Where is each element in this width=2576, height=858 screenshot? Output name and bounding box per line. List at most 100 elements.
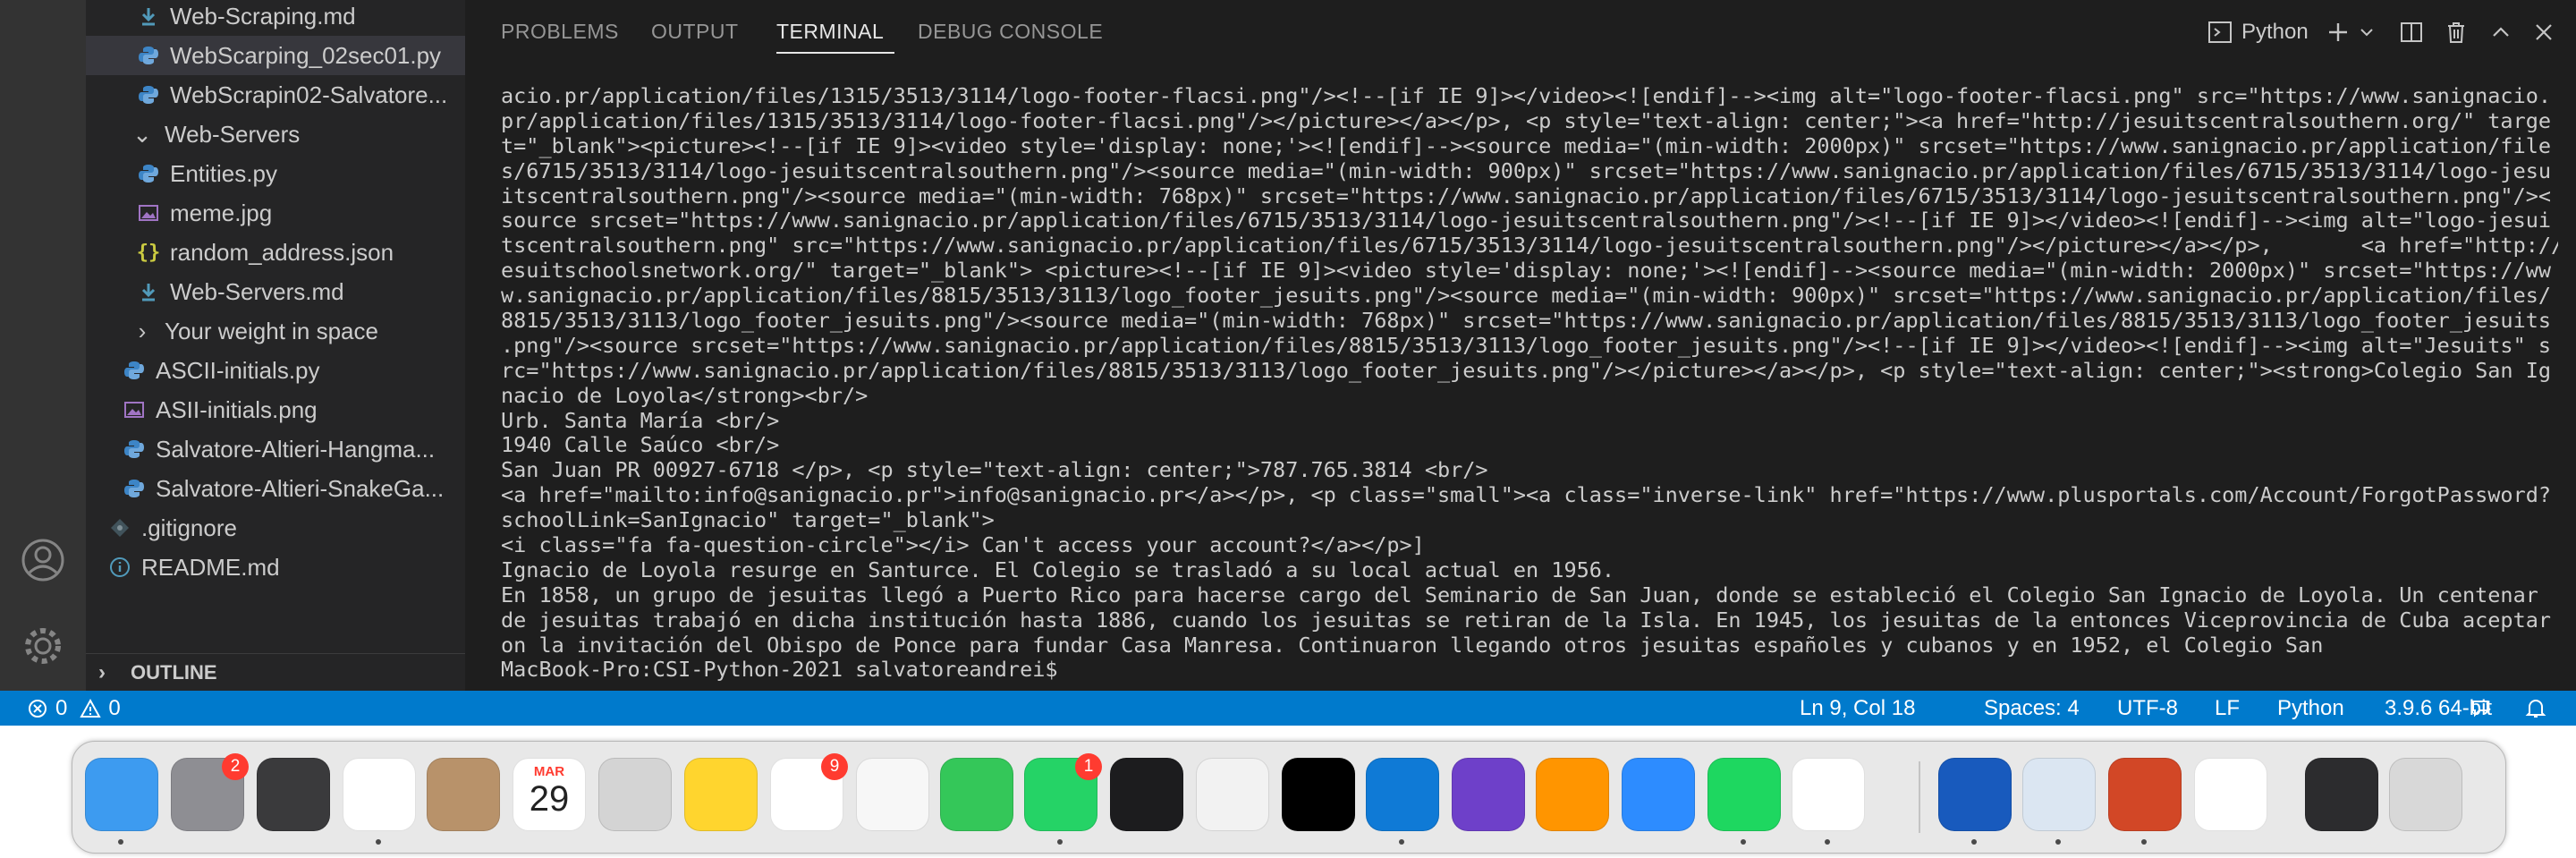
language-mode[interactable]: Python — [2277, 691, 2344, 726]
file-item[interactable]: meme.jpg — [86, 193, 465, 233]
file-item[interactable]: .gitignore — [86, 508, 465, 548]
terminal-line: itscentralsouthern.png"/><source media="… — [501, 183, 2552, 208]
terminal-line: pr/application/files/1315/3513/3114/logo… — [501, 107, 2552, 133]
messages-icon[interactable] — [940, 758, 1013, 831]
file-item[interactable]: Web-Servers.md — [86, 272, 465, 311]
calculator-icon[interactable] — [598, 758, 672, 831]
notes-icon[interactable] — [684, 758, 758, 831]
chevron-right-icon: › — [138, 317, 147, 344]
tab-output[interactable]: OUTPUT — [651, 20, 739, 44]
tiktok-icon[interactable] — [1282, 758, 1355, 831]
terminal-line: on la invitación del Obispo de Ponce par… — [501, 632, 2324, 658]
terminal-line: acio.pr/application/files/1315/3513/3114… — [501, 84, 2552, 108]
error-icon — [29, 699, 47, 718]
terminal-profile-label: Python — [2241, 20, 2309, 44]
preview-icon[interactable] — [343, 758, 416, 831]
tab-problems[interactable]: PROBLEMS — [501, 20, 619, 44]
notifications-button[interactable] — [2524, 691, 2547, 726]
terminal-profile-button[interactable]: Python — [2207, 16, 2309, 48]
tab-terminal[interactable]: TERMINAL — [776, 20, 884, 44]
explorer-sidebar: Web-Scraping.md WebScarping_02sec01.py Web… — [86, 0, 465, 691]
python-file-icon — [122, 476, 147, 501]
file-item[interactable]: Salvatore-Altieri-Hangma... — [86, 429, 465, 469]
word-icon[interactable] — [1938, 758, 2012, 831]
chevron-right-icon: › — [98, 660, 106, 684]
system-preferences-icon[interactable]: 2 — [171, 753, 249, 831]
file-item[interactable]: Web-Scraping.md — [86, 0, 465, 36]
feedback-button[interactable] — [2470, 691, 2494, 726]
preview-photo-icon[interactable] — [2022, 758, 2096, 831]
garageband-icon[interactable] — [257, 758, 330, 831]
file-label: ASCII-initials.py — [156, 356, 320, 384]
contacts-icon[interactable] — [427, 758, 500, 831]
file-item[interactable]: WebScarping_02sec01.py — [86, 36, 465, 75]
running-indicator — [1741, 839, 1746, 845]
kill-terminal-button[interactable] — [2444, 16, 2469, 48]
problems-status[interactable]: 0 0 — [27, 691, 121, 726]
account-icon[interactable] — [20, 537, 66, 583]
terminal-line: de jesuitas trabajó en dicha institución… — [501, 607, 2552, 633]
photos-icon[interactable] — [856, 758, 929, 831]
python-file-icon — [122, 358, 147, 383]
close-panel-button[interactable] — [2531, 16, 2556, 48]
file-label: WebScarping_02sec01.py — [170, 41, 442, 69]
terminal-output[interactable]: acio.pr/application/files/1315/3513/3114… — [501, 84, 2558, 689]
encoding-setting[interactable]: UTF-8 — [2117, 691, 2178, 726]
voice-memos-icon[interactable] — [1110, 758, 1183, 831]
cursor-position[interactable]: Ln 9, Col 18 — [1800, 691, 1915, 726]
zoom-icon[interactable] — [1622, 758, 1695, 831]
calendar-month: MAR — [533, 764, 565, 779]
powerpoint-icon[interactable] — [2108, 758, 2182, 831]
markdown-file-icon — [136, 279, 161, 304]
pages-icon[interactable] — [1196, 758, 1269, 831]
file-item[interactable]: ASII-initials.png — [86, 390, 465, 429]
eol-setting[interactable]: LF — [2215, 691, 2240, 726]
file-label: Web-Servers — [165, 120, 301, 148]
file-item[interactable]: {} random_address.json — [86, 233, 465, 272]
chrome-icon[interactable] — [1792, 758, 1865, 831]
notification-badge: 1 — [1075, 753, 1102, 780]
indentation-setting[interactable]: Spaces: 4 — [1984, 691, 2080, 726]
trash-icon[interactable] — [2389, 758, 2462, 831]
file-item[interactable]: Entities.py — [86, 154, 465, 193]
vscode-icon[interactable] — [1366, 758, 1439, 831]
info-file-icon — [107, 555, 132, 580]
file-label: Salvatore-Altieri-Hangma... — [156, 435, 436, 463]
gear-icon[interactable] — [20, 623, 66, 669]
folder-item[interactable]: › Your weight in space — [86, 311, 465, 351]
file-item[interactable]: README.md — [86, 548, 465, 587]
file-item[interactable]: WebScrapin02-Salvatore... — [86, 75, 465, 115]
finder-icon[interactable] — [85, 758, 158, 831]
terminal-line: 8815/3513/3113/logo_footer_jesuits.png"/… — [501, 308, 2552, 334]
outline-section-header[interactable]: › OUTLINE — [86, 653, 465, 691]
file-item[interactable]: ASCII-initials.py — [86, 351, 465, 390]
running-indicator — [1825, 839, 1830, 845]
tab-debug-console[interactable]: DEBUG CONSOLE — [918, 20, 1103, 44]
terminal-icon — [2208, 21, 2232, 43]
running-indicator — [2141, 839, 2147, 845]
books-icon[interactable] — [1536, 758, 1609, 831]
dock-divider — [1919, 761, 1920, 833]
file-item[interactable]: Salvatore-Altieri-SnakeGa... — [86, 469, 465, 508]
python-file-icon — [122, 437, 147, 462]
terminal-prompt: MacBook-Pro:CSI-Python-2021 salvatoreand… — [501, 657, 1071, 683]
chevron-down-icon — [2360, 29, 2373, 37]
new-terminal-button[interactable] — [2326, 16, 2351, 48]
downloads-stack-icon[interactable] — [2305, 758, 2378, 831]
file-label: ASII-initials.png — [156, 395, 318, 423]
reminders-icon[interactable]: 9 — [770, 753, 848, 831]
whatsapp-icon[interactable]: 1 — [1024, 753, 1102, 831]
folder-item[interactable]: ⌄ Web-Servers — [86, 115, 465, 154]
split-terminal-button[interactable] — [2399, 16, 2424, 48]
terminal-line: schoolLink=SanIgnacio" target="_blank"> — [501, 507, 995, 533]
spotify-icon[interactable] — [1707, 758, 1781, 831]
python-file-icon — [136, 161, 161, 186]
json-file-icon: {} — [136, 241, 161, 264]
chrome-app-icon[interactable] — [2194, 758, 2267, 831]
terminal-dropdown-button[interactable] — [2358, 16, 2376, 48]
vscode-window: Web-Scraping.md WebScarping_02sec01.py Web… — [0, 0, 2576, 726]
warning-count: 0 — [108, 695, 121, 720]
maximize-panel-button[interactable] — [2488, 16, 2513, 48]
calendar-icon[interactable]: MAR 29 — [513, 758, 586, 831]
github-desktop-icon[interactable] — [1452, 758, 1525, 831]
